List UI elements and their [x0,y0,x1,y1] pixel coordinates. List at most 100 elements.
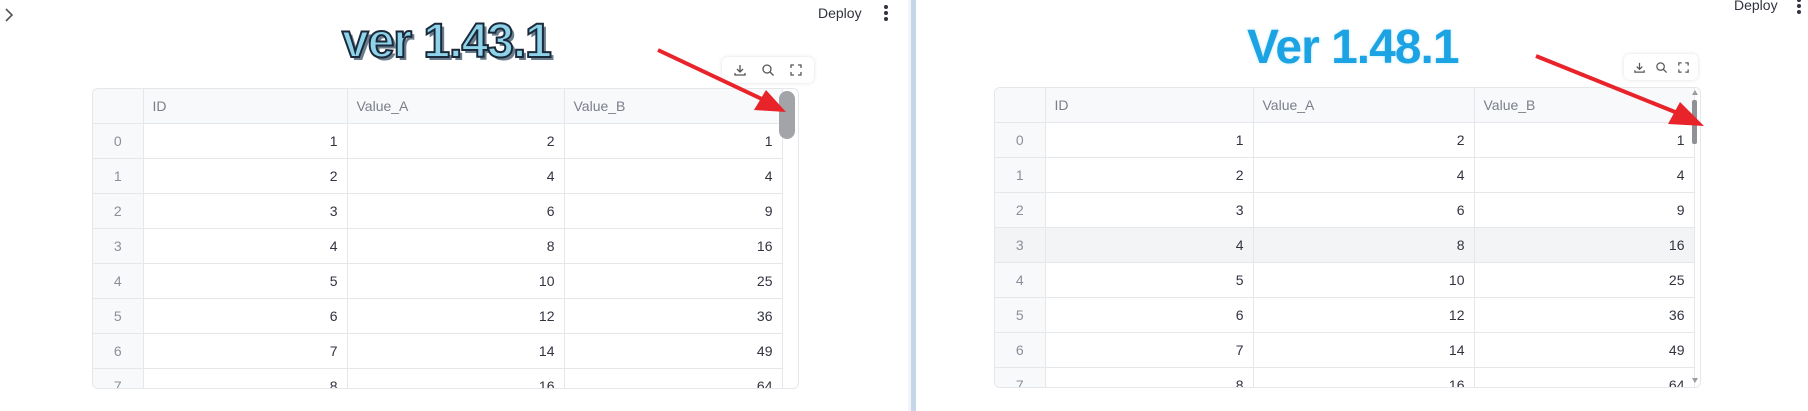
table-row: 2369 [93,193,783,229]
row-index: 5 [995,297,1046,333]
cell-value-a[interactable]: 14 [1253,332,1475,368]
row-index: 0 [995,122,1046,158]
row-index: 3 [995,227,1046,263]
deploy-button[interactable]: Deploy [1734,0,1778,13]
cell-value-a[interactable]: 4 [1253,157,1475,193]
row-index: 1 [995,157,1046,193]
cell-value-b[interactable]: 64 [1474,367,1695,387]
cell-id[interactable]: 2 [143,158,348,194]
column-header-id[interactable]: ID [1045,88,1254,123]
table-row: 7 8 16 64 [995,367,1695,387]
cell-value-a[interactable]: 16 [1253,367,1475,387]
cell-value-b[interactable]: 36 [1474,297,1695,333]
cell-id[interactable]: 1 [143,123,348,159]
deploy-button[interactable]: Deploy [818,5,862,21]
cell-id[interactable]: 3 [143,193,348,229]
scroll-down-arrow-icon[interactable] [1691,376,1699,384]
dataframe-grid[interactable]: ID Value_A Value_B 0121 1244 2369 3 4 8 16 … [994,87,1701,388]
cell-id[interactable]: 8 [143,368,348,388]
cell-id[interactable]: 4 [143,228,348,264]
cell-value-b[interactable]: 36 [564,298,783,334]
table-row: 3 4 8 16 [995,227,1695,263]
left-app-panel: Deploy ver 1.43.1 ID Value_A Value_B 0 1… [0,0,908,411]
cell-id[interactable]: 1 [1045,122,1254,158]
table-row: 6 7 14 49 [995,332,1695,368]
cell-value-a[interactable]: 8 [1253,227,1475,263]
row-index: 6 [93,333,144,369]
data-table: ID Value_A Value_B 0121 1244 2369 3 4 8 16 … [93,89,783,388]
cell-value-a[interactable]: 2 [347,123,565,159]
cell-value-a[interactable]: 6 [347,193,565,229]
dataframe-grid[interactable]: ID Value_A Value_B 0121 1244 2369 3 4 8 16 … [92,88,799,389]
index-header [995,88,1046,123]
column-header-value-a[interactable]: Value_A [347,89,565,124]
table-row: 7 8 16 64 [93,368,783,388]
table-row: 1244 [995,157,1695,193]
cell-id[interactable]: 8 [1045,367,1254,387]
row-index: 2 [93,193,144,229]
cell-value-a[interactable]: 14 [347,333,565,369]
cell-value-a[interactable]: 10 [347,263,565,299]
cell-value-a[interactable]: 16 [347,368,565,388]
right-app-panel: Deploy Ver 1.48.1 ID Value_A Value_B 0 1… [916,0,1808,411]
cell-value-a[interactable]: 2 [1253,122,1475,158]
row-index: 4 [93,263,144,299]
column-header-value-a[interactable]: Value_A [1253,88,1475,123]
cell-value-b[interactable]: 9 [1474,192,1695,228]
table-row: 2369 [995,192,1695,228]
cell-value-b[interactable]: 1 [564,123,783,159]
cell-value-b[interactable]: 16 [564,228,783,264]
cell-value-b[interactable]: 25 [564,263,783,299]
red-arrow-icon [1535,54,1704,126]
cell-value-b[interactable]: 4 [1474,157,1695,193]
kebab-menu-icon[interactable] [1797,0,1801,16]
column-header-id[interactable]: ID [143,89,348,124]
table-row: 4 5 10 25 [995,262,1695,298]
row-index: 7 [995,367,1046,387]
row-index: 2 [995,192,1046,228]
cell-value-b[interactable]: 49 [1474,332,1695,368]
cell-id[interactable]: 5 [143,263,348,299]
cell-value-a[interactable]: 6 [1253,192,1475,228]
page-title: ver 1.43.1 [341,14,553,69]
row-index: 7 [93,368,144,388]
cell-value-a[interactable]: 8 [347,228,565,264]
row-index: 1 [93,158,144,194]
row-index: 4 [995,262,1046,298]
cell-value-b[interactable]: 9 [564,193,783,229]
table-row: 3 4 8 16 [93,228,783,264]
cell-id[interactable]: 4 [1045,227,1254,263]
cell-value-a[interactable]: 12 [1253,297,1475,333]
kebab-menu-icon[interactable] [884,5,888,23]
row-index: 0 [93,123,144,159]
red-arrow-icon [657,48,786,112]
cell-value-a[interactable]: 10 [1253,262,1475,298]
chevron-right-icon[interactable] [2,5,16,25]
table-row: 5 6 12 36 [93,298,783,334]
cell-value-b[interactable]: 4 [564,158,783,194]
table-row: 0121 [93,123,783,159]
cell-id[interactable]: 6 [1045,297,1254,333]
row-index: 6 [995,332,1046,368]
cell-id[interactable]: 5 [1045,262,1254,298]
table-row: 6 7 14 49 [93,333,783,369]
table-row: 4 5 10 25 [93,263,783,299]
cell-value-b[interactable]: 25 [1474,262,1695,298]
panel-divider [908,0,916,411]
cell-value-a[interactable]: 12 [347,298,565,334]
row-index: 3 [93,228,144,264]
cell-id[interactable]: 3 [1045,192,1254,228]
table-row: 1244 [93,158,783,194]
cell-value-a[interactable]: 4 [347,158,565,194]
page-title: Ver 1.48.1 [1247,21,1460,74]
cell-value-b[interactable]: 64 [564,368,783,388]
cell-id[interactable]: 6 [143,298,348,334]
cell-id[interactable]: 2 [1045,157,1254,193]
cell-id[interactable]: 7 [1045,332,1254,368]
cell-id[interactable]: 7 [143,333,348,369]
cell-value-b[interactable]: 49 [564,333,783,369]
index-header [93,89,144,124]
data-table: ID Value_A Value_B 0121 1244 2369 3 4 8 16 … [995,88,1695,387]
table-row: 5 6 12 36 [995,297,1695,333]
cell-value-b[interactable]: 16 [1474,227,1695,263]
